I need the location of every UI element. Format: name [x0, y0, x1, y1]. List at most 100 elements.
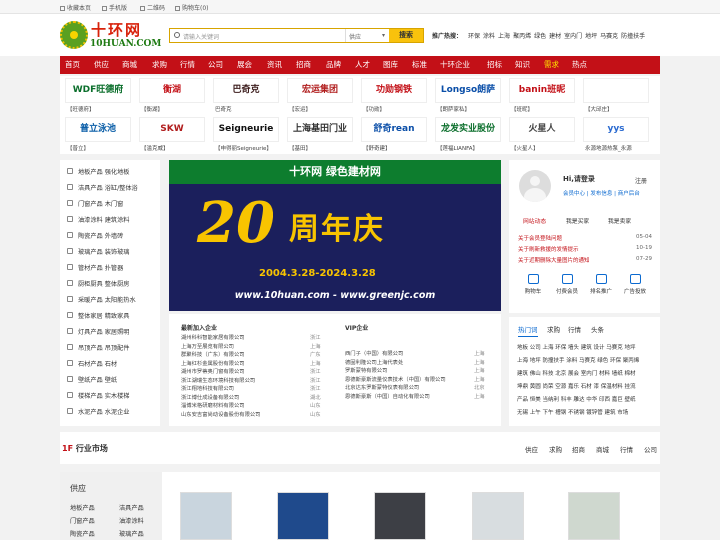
new-firm-name[interactable]: 湖州市罗蒂奥门窗有限公司: [181, 367, 245, 375]
category-item[interactable]: 管材产品 扑管器: [60, 261, 160, 274]
brand-logo[interactable]: 宏运集团: [287, 78, 353, 103]
brand-logo[interactable]: [583, 78, 649, 103]
brand-name[interactable]: 【舒奇建】: [363, 144, 391, 152]
floor-side-item[interactable]: 陶瓷产品: [70, 529, 95, 538]
hotword-line[interactable]: 地板 公司 上海 环保 墙头 建筑 设计 马赛克 地坪: [517, 343, 636, 351]
brand-logo[interactable]: yys: [583, 117, 649, 142]
search-input[interactable]: 请输入关键词: [183, 32, 219, 41]
category-item[interactable]: 厨柜厨具 整体厨房: [60, 277, 160, 290]
brand-name[interactable]: 【班昵】: [511, 105, 533, 113]
nav-item[interactable]: 品牌: [326, 56, 341, 74]
category-item[interactable]: 陶瓷产品 外墙砖: [60, 229, 160, 242]
brand-logo[interactable]: 巴奇克: [213, 78, 279, 103]
hot-term[interactable]: 聚丙烯: [513, 33, 531, 40]
nav-item[interactable]: 行情: [180, 56, 195, 74]
quick-link[interactable]: 广告投放: [622, 274, 648, 295]
qrcode-link[interactable]: 二维码: [140, 3, 165, 12]
nav-item[interactable]: 知识: [515, 56, 530, 74]
brand-logo[interactable]: 龙发实业股份: [435, 117, 501, 142]
cart-link[interactable]: 购物车(0): [175, 3, 209, 12]
category-item[interactable]: 灯具产品 家居照明: [60, 325, 160, 338]
brand-name[interactable]: 【火星人】: [511, 144, 539, 152]
category-item[interactable]: 水泥产品 水泥企业: [60, 405, 160, 418]
category-item[interactable]: 洁具产品 浴缸/整体浴: [60, 181, 160, 194]
nav-item[interactable]: 供应: [94, 56, 109, 74]
product-thumbnail[interactable]: [277, 492, 329, 540]
category-item[interactable]: 整体家居 精致家具: [60, 309, 160, 322]
mobile-link[interactable]: 手机版: [102, 3, 127, 12]
hotword-line[interactable]: 无锡 上午 下午 槽钢 不锈钢 镀锌管 建筑 市场: [517, 408, 628, 416]
register-link[interactable]: 注册: [635, 176, 647, 185]
new-firm-name[interactable]: 浙江博仕成设备有限公司: [181, 393, 239, 401]
category-item[interactable]: 玻璃产品 装饰玻璃: [60, 245, 160, 258]
brand-name[interactable]: 【衡湖】: [141, 105, 163, 113]
site-logo[interactable]: 十环网 10HUAN.COM: [60, 19, 161, 51]
brand-name[interactable]: 【朗萨家私】: [437, 105, 470, 113]
nav-item[interactable]: 人才: [355, 56, 370, 74]
new-firm-name[interactable]: 浙江湖瑞生态环境科技有限公司: [181, 376, 255, 384]
category-item[interactable]: 门窗产品 木门窗: [60, 197, 160, 210]
vip-firm-name[interactable]: 德固利隆公司上海代表处: [345, 358, 403, 366]
notice-link[interactable]: 关于刷新救援的发情提示: [518, 245, 579, 253]
brand-logo[interactable]: WDF旺德府: [65, 78, 131, 103]
nav-item[interactable]: 十环企业: [440, 56, 470, 74]
hot-term[interactable]: 室内门: [564, 33, 582, 40]
hot-term[interactable]: 建材: [549, 33, 561, 40]
brand-name[interactable]: 【莲福LIANFA】: [437, 144, 478, 152]
vip-firm-name[interactable]: 北京达东罗斯蒙特仪表有限公司: [345, 383, 419, 391]
new-firm-name[interactable]: 淄博米格研磨材料有限公司: [181, 401, 245, 409]
search-scope-select[interactable]: 供应 ▾: [345, 29, 389, 42]
hot-term[interactable]: 马赛克: [600, 33, 618, 40]
new-firm-name[interactable]: 上海红杉金属股份有限公司: [181, 359, 245, 367]
quick-link[interactable]: 付费会员: [554, 274, 580, 295]
brand-name[interactable]: 【申得丽Seigneurie】: [215, 144, 272, 152]
hotword-line[interactable]: 建筑 佛山 科技 北京 展会 室内门 材料 墙纸 棉材: [517, 369, 636, 377]
product-thumbnail[interactable]: [180, 492, 232, 540]
brand-name[interactable]: 永源地源热泵_永源: [585, 144, 632, 152]
brand-name[interactable]: 【滥克威】: [141, 144, 169, 152]
search-button[interactable]: 搜索: [389, 29, 423, 42]
hot-term[interactable]: 上海: [498, 33, 510, 40]
notice-link[interactable]: 关于会员登陆问题: [518, 234, 562, 242]
floor-link[interactable]: 商城: [596, 444, 609, 454]
vip-firm-name[interactable]: 西门子（中国）有限公司: [345, 349, 403, 357]
floor-link[interactable]: 行情: [620, 444, 633, 454]
favorite-link[interactable]: 收藏本页: [60, 3, 91, 12]
nav-item[interactable]: 资讯: [267, 56, 282, 74]
new-firm-name[interactable]: 山东安吉富尚动设备股份有限公司: [181, 410, 260, 418]
nav-item[interactable]: 首页: [65, 56, 80, 74]
hotword-tab[interactable]: 头条: [591, 324, 604, 334]
brand-logo[interactable]: SKW: [139, 117, 205, 142]
hot-term[interactable]: 地坪: [585, 33, 597, 40]
hot-term[interactable]: 防撞扶手: [621, 33, 645, 40]
brand-name[interactable]: 【大邱庄】: [585, 105, 613, 113]
nav-item[interactable]: 求购: [152, 56, 167, 74]
nav-item[interactable]: 标准: [412, 56, 427, 74]
vip-firm-name[interactable]: 恩德斯豪斯（中国）自动化有限公司: [345, 392, 430, 400]
user-tab[interactable]: 我是卖家: [608, 216, 631, 225]
avatar[interactable]: [519, 170, 551, 202]
brand-logo[interactable]: 火星人: [509, 117, 575, 142]
new-firm-name[interactable]: 湖州科科智能家居有限公司: [181, 333, 245, 341]
new-firm-name[interactable]: 群聚科技（广东）有限公司: [181, 350, 245, 358]
brand-name[interactable]: 【基田】: [289, 144, 311, 152]
brand-logo[interactable]: 功勋钢铁: [361, 78, 427, 103]
login-greeting[interactable]: Hi,请登录: [563, 174, 595, 184]
hot-term[interactable]: 环保: [468, 33, 480, 40]
nav-item[interactable]: 公司: [208, 56, 223, 74]
user-tab[interactable]: 我是买家: [566, 216, 589, 225]
floor-link[interactable]: 供应: [525, 444, 538, 454]
nav-item[interactable]: 商城: [122, 56, 137, 74]
floor-side-item[interactable]: 玻璃产品: [119, 529, 144, 538]
floor-side-item[interactable]: 油漆涂料: [119, 516, 144, 525]
hot-term[interactable]: 涂料: [483, 33, 495, 40]
new-firm-name[interactable]: 浙江翔地科技有限公司: [181, 384, 234, 392]
brand-name[interactable]: 【功勋】: [363, 105, 385, 113]
vip-firm-name[interactable]: 恩德斯豪斯流量仪表技术（中国）有限公司: [345, 375, 446, 383]
category-item[interactable]: 石材产品 石材: [60, 357, 160, 370]
nav-item[interactable]: 招商: [296, 56, 311, 74]
hotword-line[interactable]: 产品 恒美 当纳利 科丰 雕达 中华 印西 嘉巨 壁纸: [517, 395, 636, 403]
product-thumbnail[interactable]: [374, 492, 426, 540]
category-item[interactable]: 楼梯产品 实木楼梯: [60, 389, 160, 402]
category-item[interactable]: 采暖产品 太阳能热水: [60, 293, 160, 306]
